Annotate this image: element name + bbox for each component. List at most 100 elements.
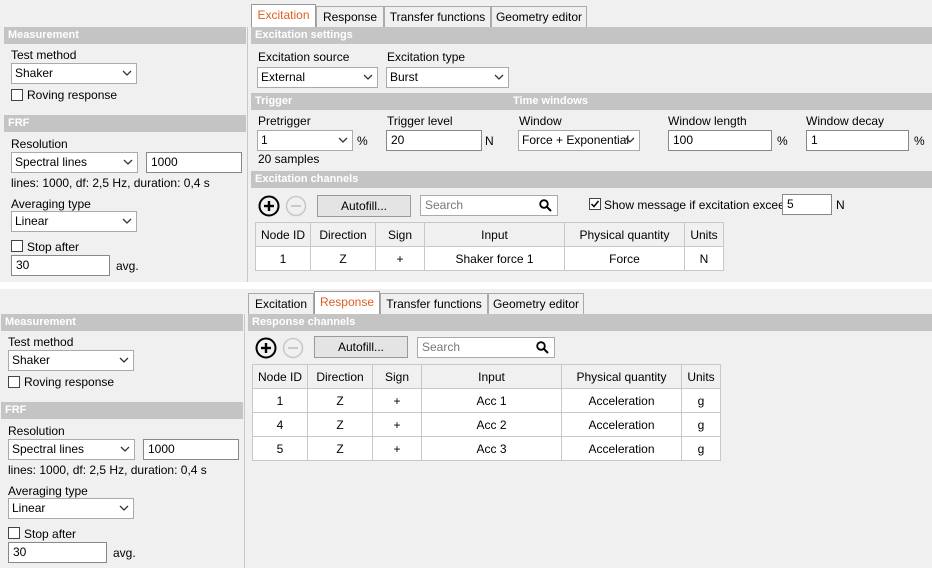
- resolution-select[interactable]: Spectral lines: [11, 152, 138, 173]
- window-select[interactable]: Force + Exponential: [518, 130, 640, 151]
- response-channels-table: Node ID Direction Sign Input Physical qu…: [252, 364, 721, 461]
- chevron-down-icon: [120, 446, 130, 452]
- roving-response-checkbox[interactable]: [8, 376, 20, 388]
- averaging-type-select[interactable]: Linear: [11, 211, 137, 232]
- col-input[interactable]: Input: [424, 222, 565, 247]
- cell-input[interactable]: Acc 3: [421, 436, 562, 461]
- col-physical-quantity[interactable]: Physical quantity: [561, 364, 682, 389]
- averaging-type-value: Linear: [15, 214, 49, 228]
- col-sign[interactable]: Sign: [375, 222, 425, 247]
- lines-input[interactable]: 1000: [146, 152, 242, 173]
- test-method-label: Test method: [8, 335, 74, 349]
- test-method-label: Test method: [11, 48, 77, 62]
- excitation-channels-table: Node ID Direction Sign Input Physical qu…: [255, 222, 724, 271]
- channel-search-input[interactable]: Search: [417, 337, 555, 358]
- col-physical-quantity[interactable]: Physical quantity: [564, 222, 685, 247]
- table-row[interactable]: 1 Z + Shaker force 1 Force N: [255, 246, 724, 271]
- show-message-checkbox[interactable]: [589, 198, 601, 210]
- cell-node-id[interactable]: 4: [252, 412, 308, 437]
- averaging-type-select[interactable]: Linear: [8, 498, 134, 519]
- col-sign[interactable]: Sign: [372, 364, 422, 389]
- averaging-type-label: Averaging type: [8, 484, 88, 498]
- test-method-select[interactable]: Shaker: [11, 63, 137, 84]
- pretrigger-select[interactable]: 1: [257, 130, 353, 151]
- cell-sign[interactable]: +: [375, 246, 425, 271]
- excitation-source-value: External: [261, 70, 306, 84]
- chevron-down-icon: [363, 74, 373, 80]
- cell-node-id[interactable]: 1: [255, 246, 311, 271]
- resolution-info: lines: 1000, df: 2,5 Hz, duration: 0,4 s: [8, 463, 207, 477]
- pretrigger-value: 1: [261, 133, 268, 147]
- stop-after-input[interactable]: 30: [11, 255, 110, 276]
- roving-response-checkbox[interactable]: [11, 89, 23, 101]
- table-row[interactable]: 1 Z + Acc 1 Acceleration g: [252, 388, 721, 413]
- frf-header: FRF: [4, 115, 246, 132]
- stop-after-label: Stop after: [24, 527, 77, 541]
- cell-physical-quantity[interactable]: Acceleration: [561, 388, 682, 413]
- tab-response[interactable]: Response: [314, 291, 380, 315]
- test-method-select[interactable]: Shaker: [8, 350, 134, 371]
- cell-direction[interactable]: Z: [310, 246, 376, 271]
- checkmark-icon: [590, 200, 600, 208]
- cell-direction[interactable]: Z: [307, 436, 373, 461]
- time-windows-header: Time windows: [509, 93, 932, 110]
- excitation-type-select[interactable]: Burst: [386, 67, 509, 88]
- avg-unit: avg.: [116, 259, 139, 273]
- table-row[interactable]: 5 Z + Acc 3 Acceleration g: [252, 436, 721, 461]
- cell-units[interactable]: N: [684, 246, 724, 271]
- add-channel-icon[interactable]: [258, 195, 280, 217]
- tab-excitation[interactable]: Excitation: [248, 293, 314, 314]
- add-channel-icon[interactable]: [255, 337, 277, 359]
- cell-direction[interactable]: Z: [307, 412, 373, 437]
- lines-input[interactable]: 1000: [143, 439, 239, 460]
- tab-transfer-functions[interactable]: Transfer functions: [380, 293, 488, 314]
- stop-after-checkbox[interactable]: [11, 240, 23, 252]
- col-node-id[interactable]: Node ID: [255, 222, 311, 247]
- autofill-button[interactable]: Autofill...: [317, 195, 411, 217]
- col-node-id[interactable]: Node ID: [252, 364, 308, 389]
- cell-units[interactable]: g: [681, 388, 721, 413]
- stop-after-input[interactable]: 30: [8, 542, 107, 563]
- remove-channel-icon[interactable]: [282, 337, 304, 359]
- cell-input[interactable]: Shaker force 1: [424, 246, 565, 271]
- col-input[interactable]: Input: [421, 364, 562, 389]
- window-decay-input[interactable]: 1: [806, 130, 909, 151]
- cell-node-id[interactable]: 5: [252, 436, 308, 461]
- resolution-select[interactable]: Spectral lines: [8, 439, 135, 460]
- tab-transfer-functions[interactable]: Transfer functions: [384, 6, 491, 27]
- cell-input[interactable]: Acc 2: [421, 412, 562, 437]
- window-length-input[interactable]: 100: [668, 130, 772, 151]
- cell-units[interactable]: g: [681, 412, 721, 437]
- remove-channel-icon[interactable]: [285, 195, 307, 217]
- cell-units[interactable]: g: [681, 436, 721, 461]
- trigger-level-input[interactable]: 20: [386, 130, 482, 151]
- col-direction[interactable]: Direction: [310, 222, 376, 247]
- autofill-button[interactable]: Autofill...: [314, 336, 408, 358]
- cell-sign[interactable]: +: [372, 436, 422, 461]
- window-label: Window: [519, 114, 562, 128]
- tab-geometry-editor[interactable]: Geometry editor: [488, 293, 584, 314]
- col-units[interactable]: Units: [684, 222, 724, 247]
- tab-response[interactable]: Response: [316, 6, 384, 27]
- cell-physical-quantity[interactable]: Acceleration: [561, 436, 682, 461]
- cell-physical-quantity[interactable]: Force: [564, 246, 685, 271]
- cell-sign[interactable]: +: [372, 388, 422, 413]
- threshold-input[interactable]: 5: [782, 194, 832, 215]
- tab-excitation[interactable]: Excitation: [251, 4, 316, 28]
- col-direction[interactable]: Direction: [307, 364, 373, 389]
- excitation-source-select[interactable]: External: [257, 67, 378, 88]
- chevron-down-icon: [119, 357, 129, 363]
- cell-node-id[interactable]: 1: [252, 388, 308, 413]
- cell-sign[interactable]: +: [372, 412, 422, 437]
- channel-search-input[interactable]: Search: [420, 195, 558, 216]
- stop-after-checkbox[interactable]: [8, 527, 20, 539]
- tab-geometry-editor[interactable]: Geometry editor: [491, 6, 587, 27]
- table-row[interactable]: 4 Z + Acc 2 Acceleration g: [252, 412, 721, 437]
- test-method-value: Shaker: [12, 353, 51, 367]
- cell-input[interactable]: Acc 1: [421, 388, 562, 413]
- col-units[interactable]: Units: [681, 364, 721, 389]
- search-icon: [536, 341, 549, 354]
- pretrigger-label: Pretrigger: [258, 114, 311, 128]
- cell-physical-quantity[interactable]: Acceleration: [561, 412, 682, 437]
- cell-direction[interactable]: Z: [307, 388, 373, 413]
